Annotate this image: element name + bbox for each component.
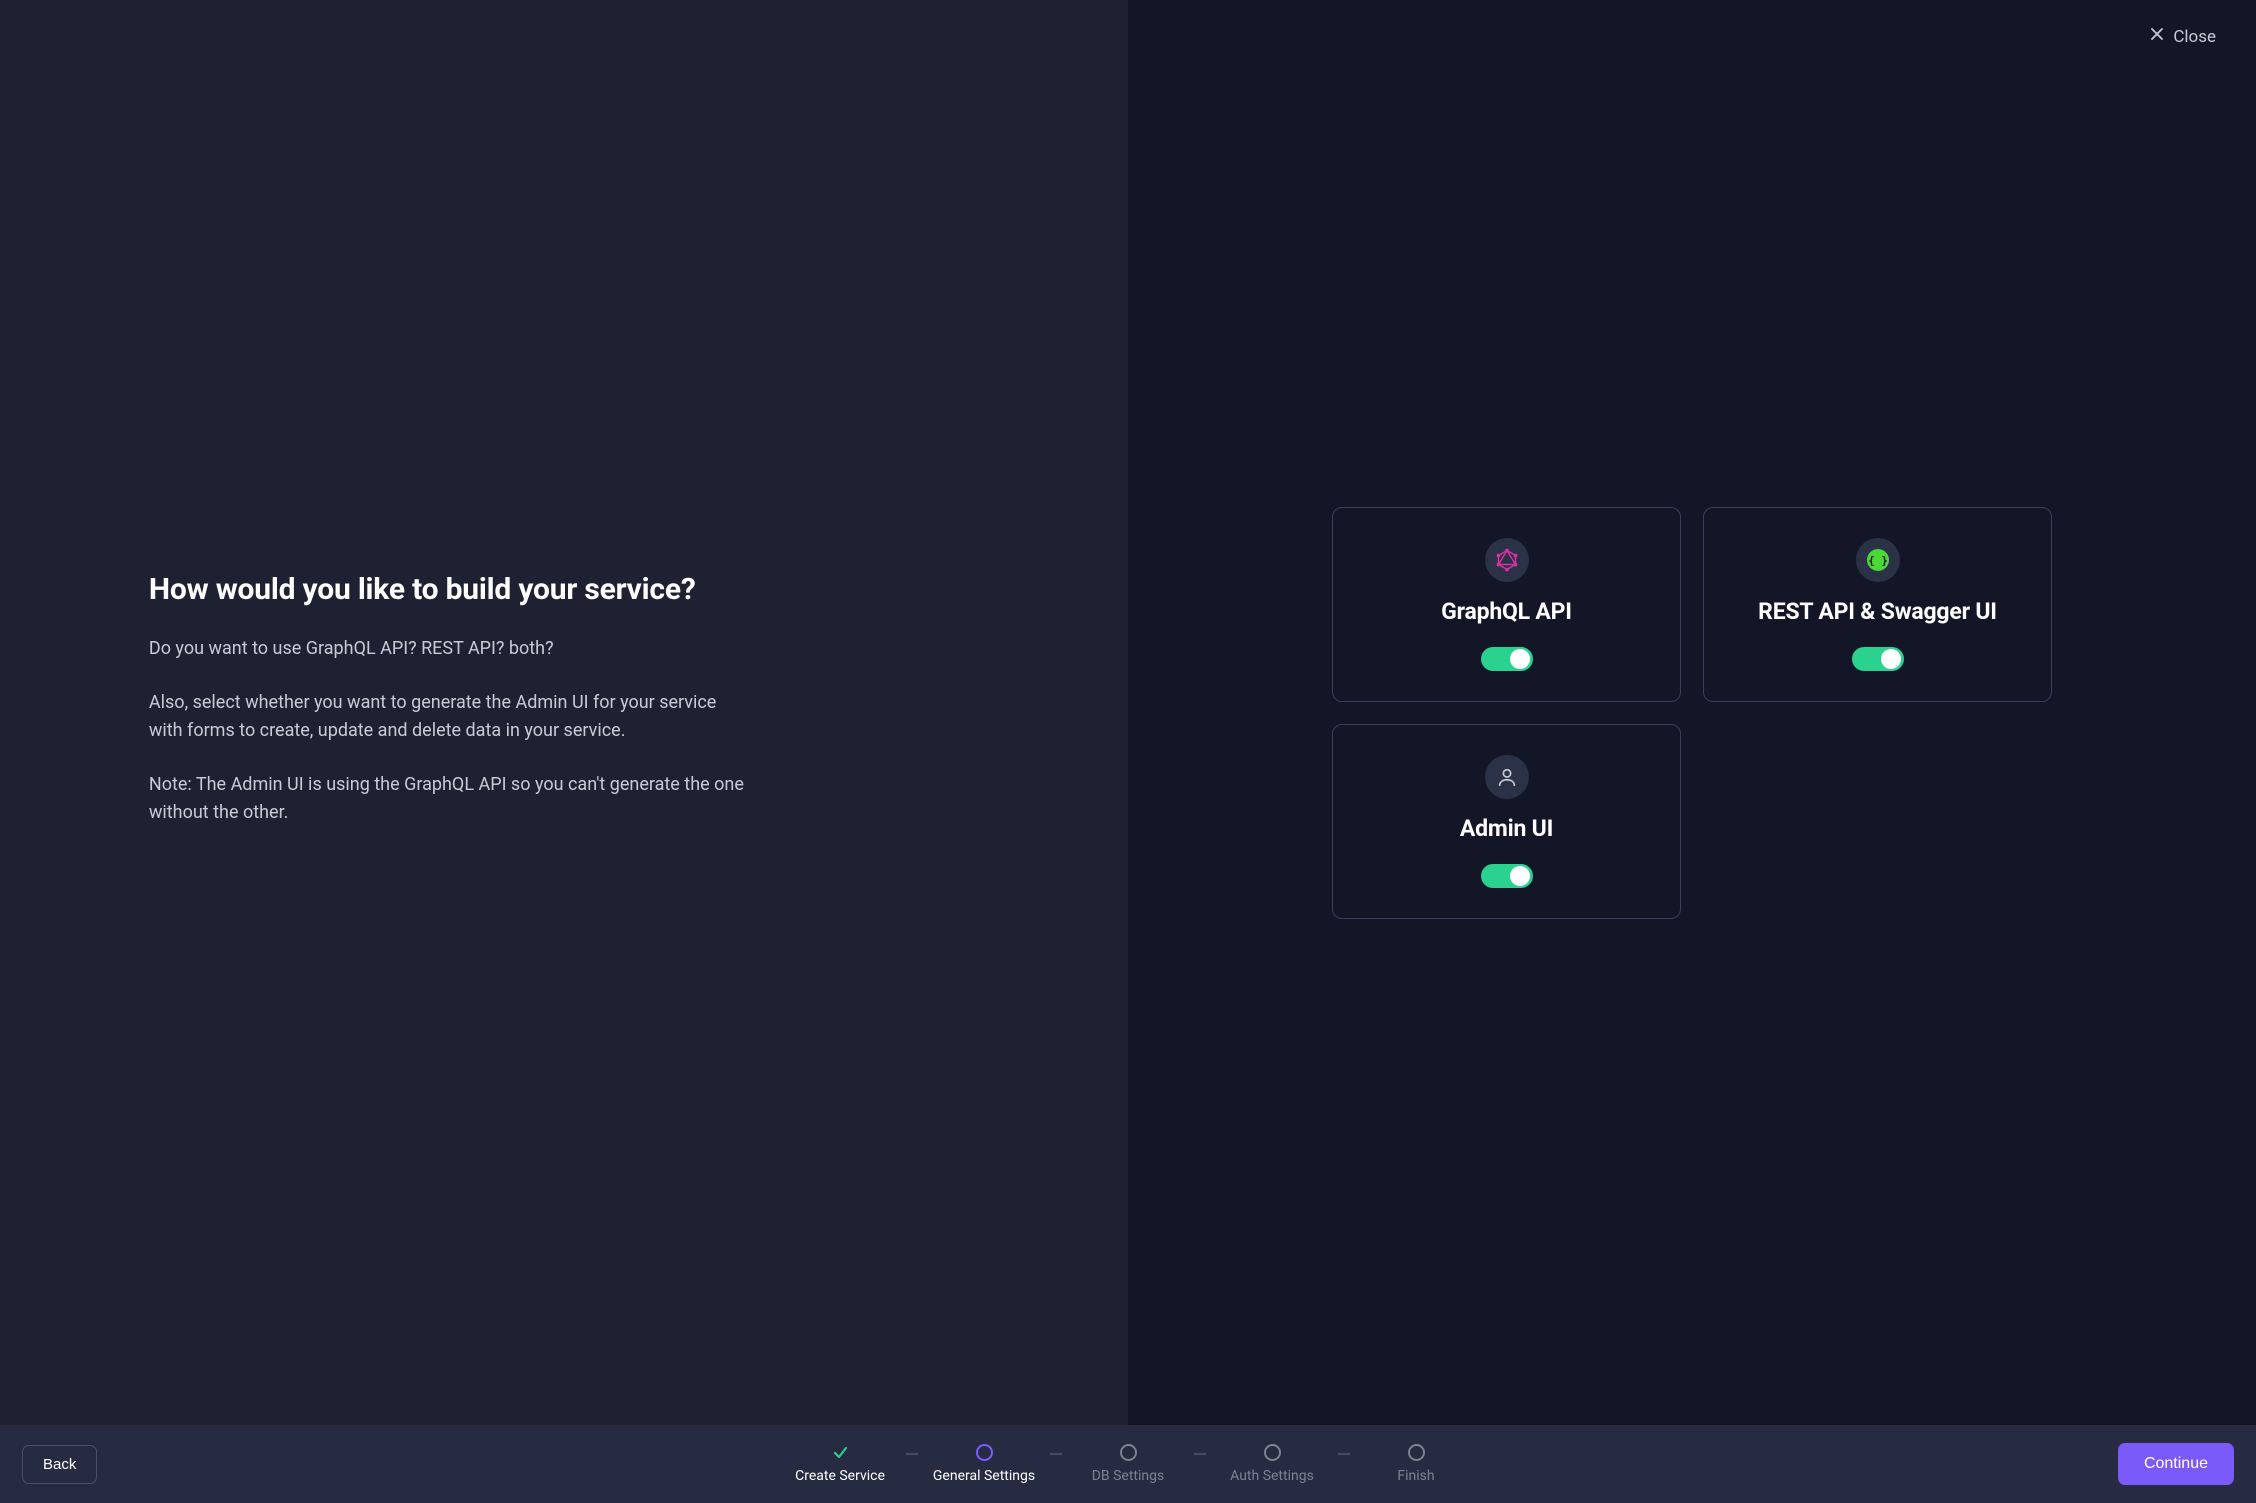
- page-heading: How would you like to build your service…: [149, 572, 749, 607]
- options-panel: Close: [1128, 0, 2256, 1425]
- step-general-settings[interactable]: General Settings: [932, 1444, 1036, 1484]
- user-icon: [1485, 755, 1529, 799]
- progress-stepper: Create Service General Settings DB Setti…: [788, 1444, 1468, 1484]
- info-paragraph-2: Also, select whether you want to generat…: [149, 689, 749, 745]
- graphql-icon: [1485, 538, 1529, 582]
- toggle-graphql[interactable]: [1481, 647, 1533, 671]
- step-connector: [1050, 1453, 1062, 1455]
- option-card-rest: { } REST API & Swagger UI: [1703, 507, 2052, 702]
- step-label: Create Service: [795, 1468, 885, 1484]
- step-connector: [906, 1453, 918, 1455]
- option-title-rest: REST API & Swagger UI: [1758, 598, 1997, 625]
- option-card-graphql: GraphQL API: [1332, 507, 1681, 702]
- step-circle-icon: [1408, 1444, 1425, 1461]
- step-circle-icon: [1120, 1444, 1137, 1461]
- step-connector: [1338, 1453, 1350, 1455]
- step-db-settings[interactable]: DB Settings: [1076, 1444, 1180, 1484]
- close-label: Close: [2173, 27, 2216, 47]
- step-create-service[interactable]: Create Service: [788, 1444, 892, 1484]
- step-circle-icon: [1264, 1444, 1281, 1461]
- info-panel: How would you like to build your service…: [0, 0, 1128, 1425]
- step-label: Finish: [1397, 1468, 1434, 1484]
- step-connector: [1194, 1453, 1206, 1455]
- info-paragraph-1: Do you want to use GraphQL API? REST API…: [149, 635, 749, 663]
- back-button[interactable]: Back: [22, 1445, 97, 1484]
- check-icon: [832, 1444, 849, 1461]
- info-paragraph-3: Note: The Admin UI is using the GraphQL …: [149, 771, 749, 827]
- toggle-rest[interactable]: [1852, 647, 1904, 671]
- close-button[interactable]: Close: [2149, 26, 2216, 47]
- step-finish[interactable]: Finish: [1364, 1444, 1468, 1484]
- step-auth-settings[interactable]: Auth Settings: [1220, 1444, 1324, 1484]
- step-label: General Settings: [933, 1468, 1035, 1484]
- option-title-graphql: GraphQL API: [1441, 598, 1572, 625]
- continue-button[interactable]: Continue: [2118, 1443, 2234, 1485]
- step-label: Auth Settings: [1230, 1468, 1314, 1484]
- svg-text:{ }: { }: [1868, 554, 1888, 567]
- wizard-footer: Back Create Service General Settings DB …: [0, 1425, 2256, 1503]
- rest-api-icon: { }: [1856, 538, 1900, 582]
- close-icon: [2149, 26, 2165, 47]
- option-title-admin: Admin UI: [1460, 815, 1553, 842]
- step-circle-icon: [976, 1444, 993, 1461]
- option-card-admin: Admin UI: [1332, 724, 1681, 919]
- toggle-admin[interactable]: [1481, 864, 1533, 888]
- step-label: DB Settings: [1092, 1468, 1165, 1484]
